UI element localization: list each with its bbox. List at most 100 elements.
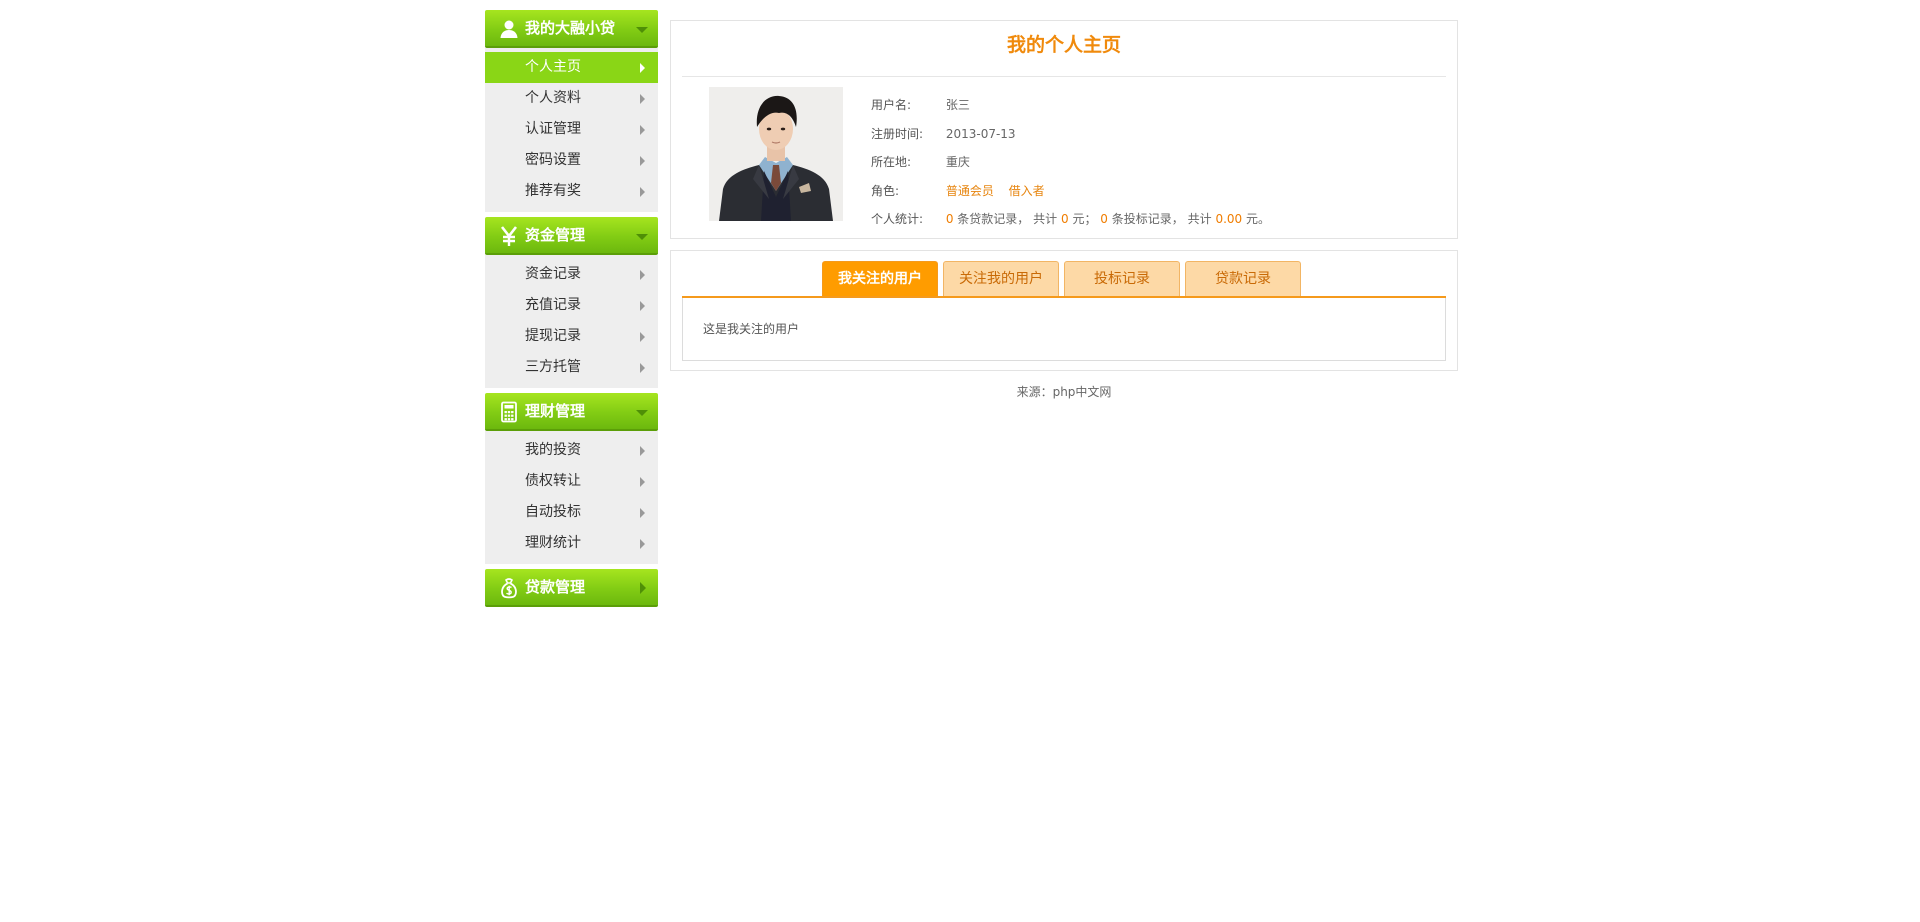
- profile-location-row: 所在地: 重庆: [871, 148, 1431, 177]
- sidebar-group-investment: 理财管理 我的投资 债权转让 自动投标 理财统计: [485, 393, 658, 564]
- sidebar-group-header-investment[interactable]: 理财管理: [485, 393, 658, 431]
- chevron-right-icon: [640, 94, 645, 104]
- chevron-right-icon: [640, 301, 645, 311]
- chevron-right-icon: [640, 125, 645, 135]
- bid-count: 0: [1100, 212, 1108, 226]
- profile-stats-row: 个人统计: 0 条贷款记录， 共计 0 元； 0 条投标记录， 共计 0.00 …: [871, 205, 1431, 234]
- tab-content: 这是我关注的用户: [682, 298, 1446, 361]
- sidebar-group-header-funds[interactable]: 资金管理: [485, 217, 658, 255]
- sidebar: 我的大融小贷 个人主页 个人资料 认证管理 密码设置 推荐有奖 资金管理 资金记…: [485, 10, 658, 612]
- loan-amount-unit: 元；: [1072, 212, 1097, 226]
- sidebar-item-label: 充值记录: [525, 297, 581, 313]
- chevron-down-icon: [636, 27, 648, 33]
- location-value: 重庆: [945, 155, 970, 169]
- sidebar-item-my-investments[interactable]: 我的投资: [485, 435, 658, 466]
- stats-label: 个人统计:: [871, 212, 924, 226]
- chevron-right-icon: [640, 539, 645, 549]
- loan-count: 0: [945, 212, 954, 226]
- user-icon: [500, 20, 518, 38]
- tab-loan-records[interactable]: 贷款记录: [1185, 261, 1301, 296]
- sidebar-item-label: 债权转让: [525, 473, 581, 489]
- sidebar-item-investment-stats[interactable]: 理财统计: [485, 528, 658, 559]
- chevron-right-icon: [640, 187, 645, 197]
- loan-amount: 0: [1060, 212, 1069, 226]
- tab-users-following-me[interactable]: 关注我的用户: [943, 261, 1059, 296]
- tab-my-followed-users[interactable]: 我关注的用户: [822, 261, 938, 296]
- loan-count-text: 条贷款记录，: [957, 212, 1030, 226]
- sidebar-item-label: 认证管理: [525, 121, 581, 137]
- chevron-right-icon: [640, 508, 645, 518]
- sidebar-group-items: 资金记录 充值记录 提现记录 三方托管: [485, 255, 658, 388]
- sidebar-item-fund-records[interactable]: 资金记录: [485, 259, 658, 290]
- sidebar-item-auto-bid[interactable]: 自动投标: [485, 497, 658, 528]
- profile-username-row: 用户名: 张三: [871, 91, 1431, 120]
- regtime-value: 2013-07-13: [945, 126, 1016, 141]
- sidebar-item-label: 密码设置: [525, 152, 581, 168]
- calculator-icon: [501, 401, 517, 423]
- chevron-right-icon: [640, 446, 645, 456]
- money-bag-icon: [501, 578, 517, 599]
- sidebar-item-referral[interactable]: 推荐有奖: [485, 176, 658, 207]
- sidebar-item-label: 理财统计: [525, 535, 581, 551]
- tab-bid-records[interactable]: 投标记录: [1064, 261, 1180, 296]
- chevron-down-icon: [636, 410, 648, 416]
- sidebar-group-funds: 资金管理 资金记录 充值记录 提现记录 三方托管: [485, 217, 658, 388]
- page-title: 我的个人主页: [682, 21, 1446, 77]
- sidebar-item-third-party-custody[interactable]: 三方托管: [485, 352, 658, 383]
- sidebar-item-label: 个人资料: [525, 90, 581, 106]
- tabs-card: 我关注的用户 关注我的用户 投标记录 贷款记录 这是我关注的用户: [670, 250, 1458, 371]
- profile-card: 我的个人主页 用户名: 张三 注册时间: 2013-07-13 所在地: 重庆 …: [670, 20, 1458, 239]
- sidebar-item-verification[interactable]: 认证管理: [485, 114, 658, 145]
- sidebar-item-personal-info[interactable]: 个人资料: [485, 83, 658, 114]
- chevron-right-icon: [640, 477, 645, 487]
- tab-bar: 我关注的用户 关注我的用户 投标记录 贷款记录: [682, 261, 1446, 298]
- profile-role-row: 角色: 普通会员 借入者: [871, 177, 1431, 206]
- chevron-right-icon: [640, 156, 645, 166]
- chevron-right-icon: [640, 332, 645, 342]
- sidebar-group-title: 贷款管理: [525, 578, 586, 596]
- bid-count-text: 条投标记录，: [1111, 212, 1184, 226]
- profile-regtime-row: 注册时间: 2013-07-13: [871, 120, 1431, 149]
- username-value: 张三: [945, 98, 970, 112]
- sidebar-group-items: 我的投资 债权转让 自动投标 理财统计: [485, 431, 658, 564]
- bid-total-text: 共计: [1187, 212, 1212, 226]
- avatar: [709, 87, 843, 221]
- sidebar-group-header-loans[interactable]: 贷款管理: [485, 569, 658, 607]
- chevron-right-icon: [640, 363, 645, 373]
- role-label: 角色:: [871, 183, 900, 198]
- sidebar-item-label: 自动投标: [525, 504, 581, 520]
- regtime-label: 注册时间:: [871, 126, 924, 141]
- sidebar-item-label: 提现记录: [525, 328, 581, 344]
- sidebar-item-personal-home[interactable]: 个人主页: [485, 52, 658, 83]
- yen-icon: [500, 226, 518, 246]
- avatar-photo: [709, 87, 843, 221]
- sidebar-item-withdraw-records[interactable]: 提现记录: [485, 321, 658, 352]
- sidebar-group-header-account[interactable]: 我的大融小贷: [485, 10, 658, 48]
- sidebar-item-label: 我的投资: [525, 442, 581, 458]
- chevron-right-icon: [640, 582, 646, 594]
- role-link-member[interactable]: 普通会员: [946, 184, 994, 198]
- profile-info: 用户名: 张三 注册时间: 2013-07-13 所在地: 重庆 角色: 普通会…: [871, 91, 1431, 234]
- bid-amount-unit: 元。: [1246, 212, 1271, 226]
- sidebar-item-password[interactable]: 密码设置: [485, 145, 658, 176]
- location-label: 所在地:: [871, 155, 912, 169]
- sidebar-group-items: 个人主页 个人资料 认证管理 密码设置 推荐有奖: [485, 48, 658, 212]
- username-label: 用户名:: [871, 98, 912, 112]
- bid-amount: 0.00: [1215, 212, 1243, 226]
- sidebar-group-loans: 贷款管理: [485, 569, 658, 607]
- sidebar-group-title: 理财管理: [525, 402, 586, 420]
- loan-total-text: 共计: [1033, 212, 1058, 226]
- sidebar-item-label: 个人主页: [525, 59, 581, 75]
- sidebar-group-title: 资金管理: [525, 226, 586, 244]
- chevron-right-icon: [640, 63, 645, 73]
- chevron-right-icon: [640, 270, 645, 280]
- sidebar-group-title: 我的大融小贷: [525, 19, 616, 37]
- chevron-down-icon: [636, 234, 648, 240]
- sidebar-item-debt-transfer[interactable]: 债权转让: [485, 466, 658, 497]
- sidebar-item-label: 三方托管: [525, 359, 581, 375]
- sidebar-group-account: 我的大融小贷 个人主页 个人资料 认证管理 密码设置 推荐有奖: [485, 10, 658, 212]
- sidebar-item-label: 资金记录: [525, 266, 581, 282]
- role-link-borrower[interactable]: 借入者: [1009, 184, 1045, 198]
- sidebar-item-label: 推荐有奖: [525, 183, 581, 199]
- sidebar-item-recharge-records[interactable]: 充值记录: [485, 290, 658, 321]
